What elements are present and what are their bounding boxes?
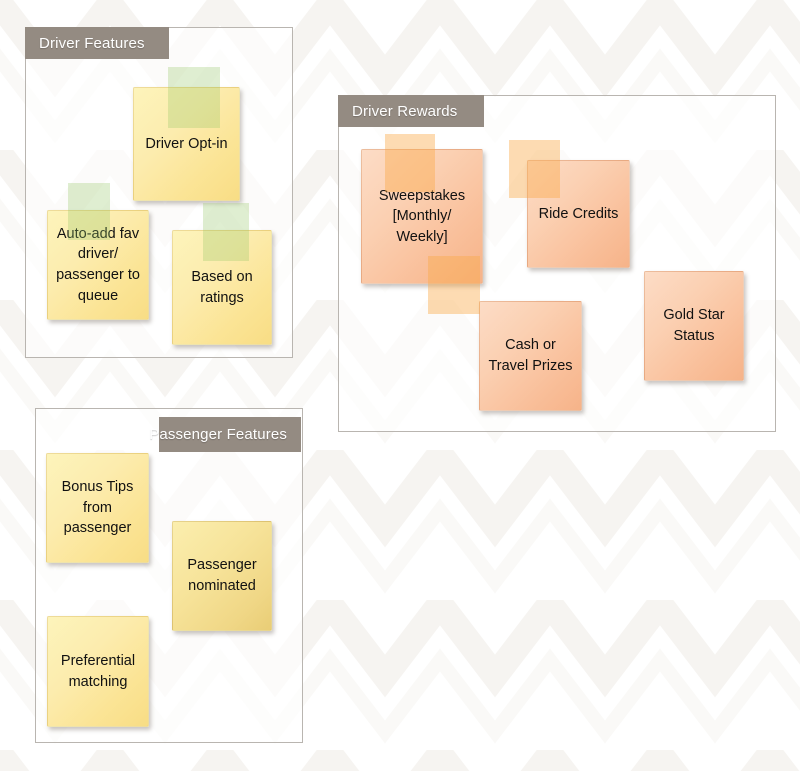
sticky-note-line: Driver Opt-in xyxy=(145,135,228,152)
sticky-note-line: Gold Star xyxy=(663,307,725,324)
accent-chip-chip-green-3 xyxy=(203,203,249,261)
sticky-note-text: Preferential matching xyxy=(61,651,135,692)
sticky-note-text: Sweepstakes [Monthly/Weekly] xyxy=(379,186,465,248)
sticky-note-line: passenger xyxy=(63,520,132,537)
sticky-note-line: queue xyxy=(77,287,119,304)
sticky-note-passenger-nominated[interactable]: Passenger nominated xyxy=(172,521,272,631)
sticky-note-bonus-tips-from-passenger[interactable]: Bonus Tips from passenger xyxy=(46,453,149,563)
sticky-note-line: ratings xyxy=(200,289,244,306)
sticky-note-line: matching xyxy=(68,673,128,690)
sticky-note-line: nominated xyxy=(188,578,256,594)
accent-chip-chip-green-1 xyxy=(168,67,220,128)
sticky-note-line: Passenger xyxy=(187,557,257,574)
sticky-note-text: Based on ratings xyxy=(191,267,252,308)
sticky-note-line: Based on xyxy=(191,268,253,285)
sticky-note-text: Passenger nominated xyxy=(187,555,256,596)
sticky-note-text: Bonus Tips from passenger xyxy=(62,477,134,539)
sticky-note-line: Weekly] xyxy=(396,228,448,245)
panel-header-driver-rewards[interactable]: Driver Rewards xyxy=(338,95,484,127)
sticky-note-line: Cash or xyxy=(505,337,556,354)
sticky-note-line: driver/ xyxy=(77,246,119,263)
sticky-note-line: Preferential xyxy=(60,652,136,669)
sticky-note-text: Ride Credits xyxy=(539,204,619,225)
sticky-note-line: Travel Prizes xyxy=(488,358,573,374)
sticky-note-line: passenger to xyxy=(56,267,140,283)
accent-chip-chip-orange-1 xyxy=(385,134,435,192)
sticky-note-line: [Monthly/ xyxy=(392,208,452,225)
panel-header-passenger-features[interactable]: Passenger Features xyxy=(149,417,301,452)
sticky-note-line: Bonus Tips xyxy=(61,479,134,496)
sticky-note-preferential-matching[interactable]: Preferential matching xyxy=(47,616,149,727)
sticky-note-text: Cash or Travel Prizes xyxy=(488,335,572,376)
accent-chip-chip-green-2 xyxy=(68,183,110,240)
sticky-note-text: Gold Star Status xyxy=(663,305,724,346)
sticky-note-text: Driver Opt-in xyxy=(145,134,227,155)
sticky-note-gold-star-status[interactable]: Gold Star Status xyxy=(644,271,744,381)
sticky-note-line: Ride Credits xyxy=(538,205,619,222)
panel-header-driver-features[interactable]: Driver Features xyxy=(25,27,169,59)
sticky-note-line: Status xyxy=(673,328,715,344)
sticky-note-cash-or-travel-prizes[interactable]: Cash or Travel Prizes xyxy=(479,301,582,411)
accent-chip-chip-orange-2 xyxy=(509,140,560,198)
sticky-note-line: from xyxy=(83,499,112,516)
accent-chip-chip-orange-3 xyxy=(428,256,480,314)
